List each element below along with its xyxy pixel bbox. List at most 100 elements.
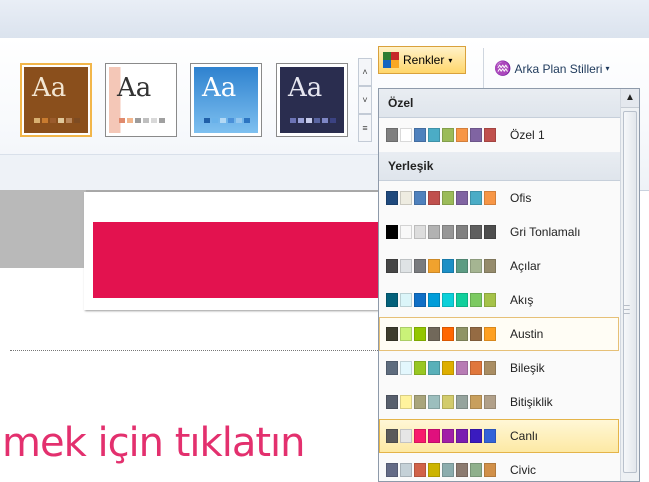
color-swatch [456,395,468,409]
color-swatch [470,395,482,409]
gallery-up-button[interactable]: ˄ [358,58,372,86]
color-swatch [400,293,412,307]
color-swatch [484,395,496,409]
color-swatch [442,361,454,375]
color-swatch [400,361,412,375]
color-swatch [386,463,398,477]
color-swatch [414,128,426,142]
color-scheme-item[interactable]: Gri Tonlamalı [379,215,619,249]
color-swatch [428,429,440,443]
color-scheme-item[interactable]: Özel 1 [379,118,619,152]
color-swatch [484,429,496,443]
menu-section-header: Yerleşik [379,152,639,181]
paint-bucket-icon: ♒ [494,60,512,76]
color-swatch-strip [386,395,496,409]
color-swatch [386,128,398,142]
color-swatch [484,225,496,239]
scroll-up-icon[interactable]: ▲ [621,89,639,108]
color-swatch [456,225,468,239]
color-scheme-item[interactable]: Ofis [379,181,619,215]
scroll-grip-icon: ─ ─ ─ [624,301,630,318]
theme-aa-text: Aa [202,73,237,103]
color-scheme-label: Bileşik [510,361,545,375]
color-swatch [484,293,496,307]
menu-content: Özel Özel 1 Yerleşik Ofis Gri Tonlamalı Açıla… [379,89,639,481]
theme-brown[interactable]: Aa [20,63,92,137]
color-swatch-strip [386,327,496,341]
theme-aa-text: Aa [32,73,67,103]
theme-peach[interactable]: Aa [105,63,177,137]
color-swatch [470,128,482,142]
color-scheme-item[interactable]: Açılar [379,249,619,283]
color-scheme-item[interactable]: Bitişiklik [379,385,619,419]
theme-swatch [306,118,312,123]
theme-swatch [298,118,304,123]
gallery-down-button[interactable]: ˅ [358,86,372,114]
color-swatch-strip [386,128,496,142]
color-scheme-item[interactable]: Civic [379,453,619,481]
color-swatch [456,327,468,341]
color-swatch [428,259,440,273]
palette-icon [383,52,399,68]
color-swatch [456,128,468,142]
color-swatch [442,327,454,341]
color-swatch [484,259,496,273]
renkler-button[interactable]: Renkler ▾ [378,46,466,74]
theme-swatch [143,118,149,123]
theme-blue[interactable]: Aa [190,63,262,137]
title-bar [0,0,649,38]
color-swatch [414,225,426,239]
title-placeholder-text[interactable]: mek için tıklatın [2,420,305,466]
color-swatch-strip [386,225,496,239]
color-scheme-item[interactable]: Bileşik [379,351,619,385]
theme-swatch [58,118,64,123]
arka-plan-stilleri-button[interactable]: ♒ Arka Plan Stilleri ▾ [494,60,609,77]
color-swatch [428,293,440,307]
ribbon-separator [483,48,484,88]
theme-navy[interactable]: Aa [276,63,348,137]
scroll-thumb[interactable] [623,111,637,473]
color-swatch [456,429,468,443]
theme-swatch [42,118,48,123]
color-swatch [442,128,454,142]
theme-swatch [135,118,141,123]
color-swatch [442,429,454,443]
color-swatch [386,225,398,239]
color-swatch [414,361,426,375]
gallery-more-button[interactable]: ≡ [358,114,372,142]
color-swatch [470,361,482,375]
theme-preview: Aa [24,67,88,133]
color-swatch [442,191,454,205]
ribbon-lower-band [0,154,378,191]
color-swatch [414,327,426,341]
theme-swatch [66,118,72,123]
theme-swatch [159,118,165,123]
color-swatch-strip [386,429,496,443]
color-swatch [414,293,426,307]
color-scheme-item[interactable]: Akış [379,283,619,317]
arka-plan-label: Arka Plan Stilleri [514,61,603,76]
pink-shape [93,222,378,298]
color-swatch [470,463,482,477]
color-scheme-item[interactable]: Canlı [379,419,619,453]
color-swatch [456,259,468,273]
theme-preview: Aa [109,67,173,133]
color-swatch-strip [386,463,496,477]
theme-swatch [151,118,157,123]
menu-scrollbar[interactable]: ▲ ─ ─ ─ [620,89,639,481]
color-swatch [414,191,426,205]
theme-swatch [50,118,56,123]
color-scheme-item[interactable]: Austin [379,317,619,351]
theme-swatch [330,118,336,123]
color-swatch [428,225,440,239]
color-swatch [400,463,412,477]
color-swatch [456,463,468,477]
color-swatch [386,259,398,273]
color-swatch [428,327,440,341]
color-swatch [470,225,482,239]
theme-swatch [74,118,80,123]
renkler-dropdown-menu: Özel Özel 1 Yerleşik Ofis Gri Tonlamalı Açıla… [378,88,640,482]
theme-swatch [204,118,210,123]
color-swatch [400,259,412,273]
color-swatch [386,293,398,307]
